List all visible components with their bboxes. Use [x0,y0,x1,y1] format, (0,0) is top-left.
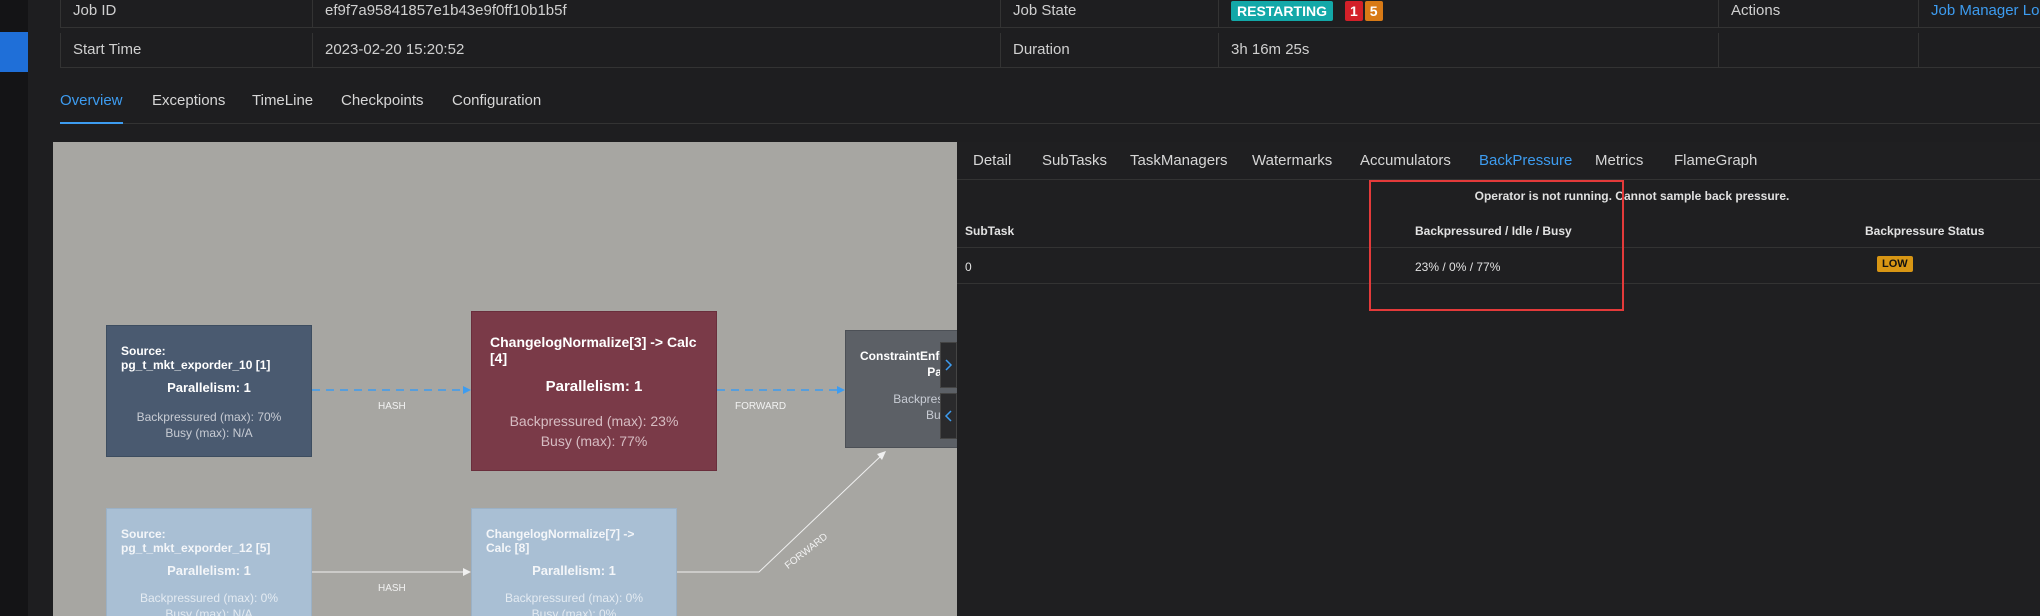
highlight-annotation-box [1369,180,1624,311]
job-id-label: Job ID [60,0,312,28]
panel-tabs: Detail SubTasks TaskManagers Watermarks … [957,142,2040,180]
failed-count-badge: 1 [1344,1,1363,22]
main-tabs: Overview Exceptions TimeLine Checkpoints… [60,86,2040,124]
edge-label-forward: FORWARD [735,401,787,412]
node-parallelism: Parallelism: 1 [532,563,616,578]
edge-arrow [463,386,471,394]
tab-accumulators[interactable]: Accumulators [1360,152,1451,169]
job-info-row: Start Time 2023-02-20 15:20:52 Duration … [60,33,2040,68]
duration-label: Duration [1000,33,1218,67]
node-busy: Busy (max): 77% [540,433,648,449]
actions-label: Actions [1718,0,1918,28]
duration-value: 3h 16m 25s [1218,33,1718,67]
edge-line [677,453,884,573]
node-title: ChangelogNormalize[7] -> Calc [8] [486,527,635,555]
node-title: Source: pg_t_mkt_exporder_10 [1] [121,344,271,372]
empty-cell [1918,33,2040,67]
job-graph[interactable]: HASH FORWARD HASH FORWARD Source: pg_t_m… [53,142,957,616]
flink-job-page: Job ID ef9f7a95841857e1b43e9f0ff10b1b5f … [0,0,2040,616]
node-backpressured: Backpressured (max): 0% [504,591,644,605]
start-time-label: Start Time [60,33,312,67]
graph-node-source-12[interactable]: Source: pg_t_mkt_exporder_12 [5] Paralle… [106,508,312,616]
job-info-row: Job ID ef9f7a95841857e1b43e9f0ff10b1b5f … [60,0,2040,28]
node-busy: Busy (max): N/A [165,607,253,616]
chevron-left-icon [944,410,952,422]
graph-node-changelog-normalize-3[interactable]: ChangelogNormalize[3] -> Calc [4] Parall… [471,311,717,471]
tab-configuration[interactable]: Configuration [452,92,541,124]
restarting-count-badge: 5 [1364,1,1383,22]
tab-watermarks[interactable]: Watermarks [1252,152,1332,169]
node-parallelism: Parallelism: 1 [545,378,643,395]
sidebar-active-item[interactable] [0,32,28,72]
tab-timeline[interactable]: TimeLine [252,92,313,124]
node-busy: Busy (max): N/A [165,426,253,440]
job-manager-log-link[interactable]: Job Manager Lo [1918,0,2040,28]
graph-node-changelog-normalize-7[interactable]: ChangelogNormalize[7] -> Calc [8] Parall… [471,508,677,616]
tab-backpressure[interactable]: BackPressure [1479,152,1572,169]
node-title: ChangelogNormalize[3] -> Calc [4] [490,334,697,366]
subtask-index: 0 [965,260,972,274]
tab-exceptions[interactable]: Exceptions [152,92,225,124]
node-parallelism: Parallelism: 1 [167,563,251,578]
edge-label-hash: HASH [378,583,406,594]
node-parallelism: Parallelism: 1 [167,380,251,395]
edge-arrow [837,386,845,394]
column-subtask: SubTask [965,224,1015,238]
tab-flamegraph[interactable]: FlameGraph [1674,152,1757,169]
job-id-value: ef9f7a95841857e1b43e9f0ff10b1b5f [312,0,1000,28]
start-time-value: 2023-02-20 15:20:52 [312,33,1000,67]
tab-detail[interactable]: Detail [973,152,1011,169]
node-busy: Busy (max): 0% [531,607,617,616]
node-title: Source: pg_t_mkt_exporder_12 [5] [121,527,271,555]
edge-arrow [463,568,471,576]
graph-node-source-10[interactable]: Source: pg_t_mkt_exporder_10 [1] Paralle… [106,325,312,457]
tab-taskmanagers[interactable]: TaskManagers [1130,152,1228,169]
panel-expand-button[interactable] [940,342,957,388]
chevron-right-icon [945,359,953,371]
edge-label-hash: HASH [378,401,406,412]
sidebar [0,0,28,616]
job-state-value: RESTARTING 1 5 [1218,0,1718,28]
panel-collapse-button[interactable] [940,393,957,439]
tab-overview[interactable]: Overview [60,92,123,124]
tab-checkpoints[interactable]: Checkpoints [341,92,424,124]
job-state-label: Job State [1000,0,1218,28]
empty-cell [1718,33,1918,67]
tab-metrics[interactable]: Metrics [1595,152,1643,169]
node-backpressured: Backpressured (max): 70% [136,410,282,424]
job-state-badge: RESTARTING [1231,1,1333,22]
node-backpressured: Backpressured (max): 0% [139,591,279,605]
column-status: Backpressure Status [1865,224,1985,238]
job-info-table: Job ID ef9f7a95841857e1b43e9f0ff10b1b5f … [60,0,2040,70]
node-backpressured: Backpressured (max): 23% [509,413,679,429]
tab-subtasks[interactable]: SubTasks [1042,152,1107,169]
status-badge: LOW [1877,256,1913,272]
